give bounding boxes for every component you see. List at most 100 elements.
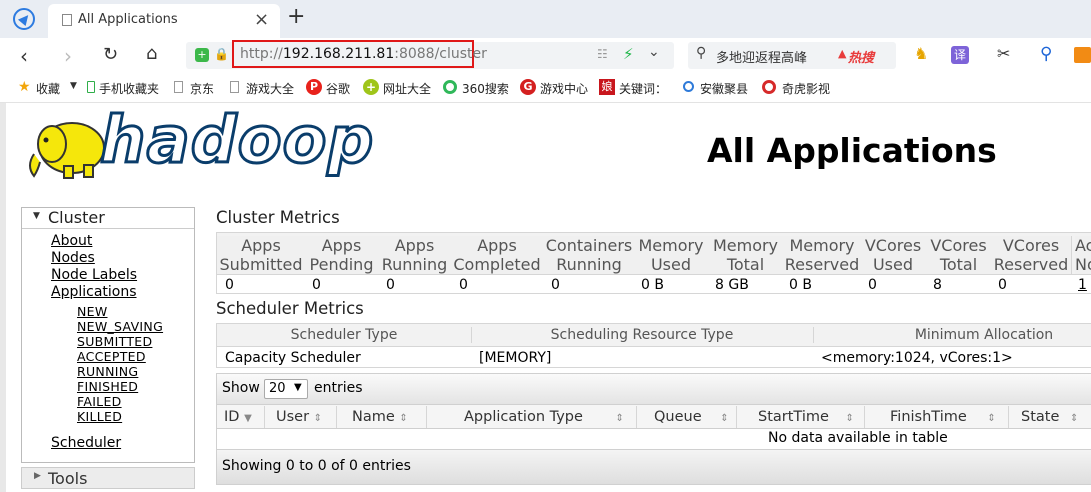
forward-icon[interactable]: › — [64, 44, 72, 68]
table-info: Showing 0 to 0 of 0 entries — [222, 458, 411, 474]
menu-icon[interactable] — [1074, 47, 1091, 63]
metric-header-line: Total — [939, 255, 978, 274]
browser-logo-icon[interactable] — [13, 8, 35, 30]
chevron-down-icon[interactable]: ▼ — [70, 81, 77, 91]
page-icon — [174, 81, 183, 93]
new-tab-button[interactable]: + — [287, 4, 305, 29]
close-tab-icon[interactable]: × — [254, 9, 269, 30]
sidebar-link-scheduler[interactable]: Scheduler — [51, 435, 121, 451]
metric-header-line: Apps — [394, 236, 435, 255]
metric-header-apps-pending: Apps Pending — [305, 236, 379, 274]
column-label: State — [1021, 409, 1060, 425]
column-label: StartTime — [758, 409, 829, 425]
metric-header-line: Reserved — [784, 255, 860, 274]
bookmark-mobile[interactable]: 手机收藏夹 — [99, 80, 159, 97]
sidebar-link-nodes[interactable]: Nodes — [51, 250, 95, 266]
web-icon: + — [363, 79, 379, 95]
metric-value-vcores-used: 0 — [868, 277, 877, 293]
bookmark-favorites[interactable]: 收藏 — [36, 80, 60, 97]
metric-header-vcores-used: VCores Used — [860, 236, 927, 274]
home-icon[interactable]: ⌂ — [146, 43, 157, 64]
column-header-state[interactable]: State ⇕ — [1008, 406, 1091, 428]
cluster-metrics-table: Apps Submitted Apps Pending Apps Running Ap… — [216, 232, 1091, 294]
sort-icon: ⇕ — [987, 413, 996, 424]
sidebar-state-failed[interactable]: FAILED — [77, 394, 122, 409]
sidebar-state-new[interactable]: NEW — [77, 304, 108, 319]
translate-button[interactable]: 译 — [951, 46, 969, 64]
sidebar-link-about[interactable]: About — [51, 233, 92, 249]
column-header-starttime[interactable]: StartTime ⇕ — [736, 406, 865, 428]
metric-header-line: Memory — [789, 236, 855, 255]
column-header-finishtime[interactable]: FinishTime ⇕ — [864, 406, 1009, 428]
metric-value-active-nodes-link[interactable]: 1 — [1078, 277, 1087, 293]
show-label: Show — [222, 380, 260, 396]
column-header-user[interactable]: User ⇕ — [264, 406, 337, 428]
sidebar-cluster-header[interactable]: ▼ Cluster — [22, 208, 194, 229]
bookmark-anhui[interactable]: 安徽聚县 — [700, 80, 748, 97]
sidebar-state-running[interactable]: RUNNING — [77, 364, 138, 379]
hadoop-logo[interactable]: hadoop — [24, 103, 375, 186]
column-label: Queue — [654, 409, 702, 425]
qr-icon[interactable]: ☷ — [597, 47, 608, 61]
bookmark-games[interactable]: 游戏大全 — [246, 80, 294, 97]
sidebar-link-applications[interactable]: Applications — [51, 284, 137, 300]
bookmark-game-center[interactable]: 游戏中心 — [540, 80, 588, 97]
column-label: User — [276, 409, 310, 425]
find-icon[interactable]: ⚲ — [1040, 44, 1052, 64]
lightning-icon[interactable]: ⚡ — [623, 45, 634, 63]
column-header-queue[interactable]: Queue ⇕ — [636, 406, 737, 428]
metric-header-line: Ac — [1075, 236, 1091, 255]
sidebar-state-killed[interactable]: KILLED — [77, 409, 122, 424]
reload-icon[interactable]: ↻ — [103, 44, 118, 65]
shield-icon[interactable]: + — [195, 48, 209, 62]
video-icon — [762, 80, 776, 94]
metric-header-line: Completed — [453, 255, 541, 274]
site-info-icon[interactable]: 🔒 — [214, 47, 229, 61]
metric-value-vcores-reserved: 0 — [998, 277, 1007, 293]
column-label: Application Type — [464, 409, 583, 425]
metric-header-line: Running — [556, 255, 622, 274]
bookmark-keywords[interactable]: 关键词： — [619, 80, 667, 97]
metric-header-apps-running: Apps Running — [378, 236, 452, 274]
bookmark-webnav[interactable]: 网址大全 — [383, 80, 431, 97]
left-page-border — [0, 103, 6, 492]
sidebar-tools-header[interactable]: ▶ Tools — [21, 467, 195, 489]
tab-all-applications[interactable]: All Applications × — [48, 4, 280, 38]
sidebar-state-submitted[interactable]: SUBMITTED — [77, 334, 152, 349]
metric-header-line: Apps — [321, 236, 362, 255]
column-header-id[interactable]: ID ▼ — [216, 406, 265, 428]
bookmark-google[interactable]: 谷歌 — [326, 80, 350, 97]
hot-search-label[interactable]: 热搜 — [848, 47, 874, 66]
scheduler-header-type: Scheduler Type — [217, 327, 472, 343]
metric-header-line: Apps — [477, 236, 517, 255]
url-rest: :8088/cluster — [394, 46, 487, 62]
column-header-name[interactable]: Name ⇕ — [336, 406, 427, 428]
url-text[interactable]: http://192.168.211.81:8088/cluster — [240, 46, 487, 62]
sidebar-cluster-label: Cluster — [48, 208, 105, 227]
bookmark-video[interactable]: 奇虎影视 — [782, 80, 830, 97]
triangle-down-icon: ▼ — [33, 211, 40, 221]
column-header-application-type[interactable]: Application Type ⇕ — [426, 406, 637, 428]
entries-select[interactable]: 20 ▼ — [264, 379, 308, 399]
back-icon[interactable]: ‹ — [20, 44, 28, 68]
sort-icon: ⇕ — [399, 413, 408, 424]
chevron-down-icon[interactable]: ⌄ — [648, 44, 660, 60]
triangle-right-icon: ▶ — [34, 471, 41, 481]
bookmark-360search[interactable]: 360搜索 — [462, 80, 509, 97]
metric-header-line: Apps — [241, 236, 281, 255]
metric-header-vcores-reserved: VCores Reserved — [991, 236, 1072, 274]
sidebar-state-accepted[interactable]: ACCEPTED — [77, 349, 146, 364]
entries-label: entries — [314, 380, 363, 396]
metric-header-line: Memory — [712, 236, 779, 255]
cut-icon[interactable]: ✂ — [997, 44, 1010, 63]
extension-icon[interactable]: ♞ — [914, 44, 928, 63]
search-text[interactable]: 多地迎返程高峰 — [716, 47, 807, 66]
sidebar-link-node-labels[interactable]: Node Labels — [51, 267, 137, 283]
search-icon: ⚲ — [696, 45, 707, 61]
sidebar-state-finished[interactable]: FINISHED — [77, 379, 138, 394]
sort-icon: ⇕ — [845, 413, 854, 424]
sidebar-state-new-saving[interactable]: NEW_SAVING — [77, 319, 163, 334]
bookmark-jd[interactable]: 京东 — [190, 80, 214, 97]
column-label: Name — [352, 409, 395, 425]
metric-value-memory-reserved: 0 B — [789, 277, 812, 293]
